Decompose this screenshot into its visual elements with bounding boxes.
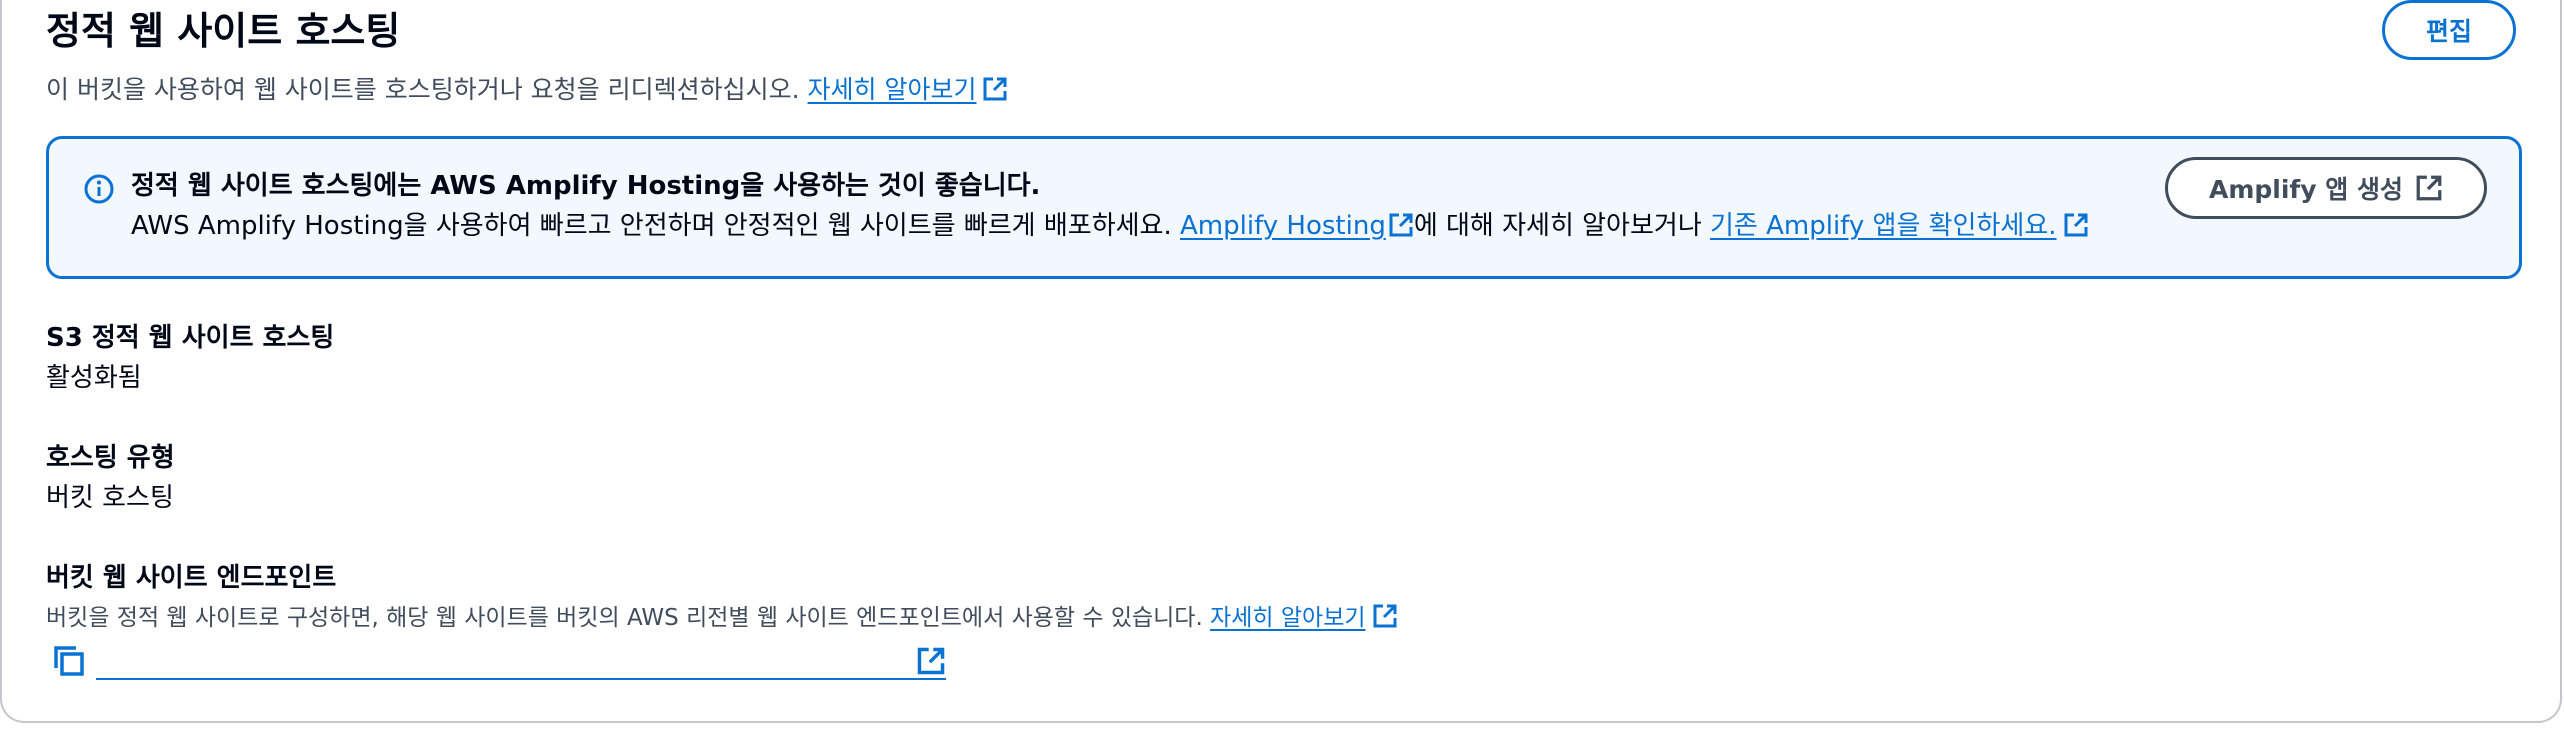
create-amplify-app-button[interactable]: Amplify 앱 생성 <box>2165 157 2487 219</box>
endpoint-url-link[interactable] <box>96 656 946 680</box>
info-icon <box>84 174 114 204</box>
external-link-icon[interactable] <box>1388 212 1414 238</box>
copy-icon[interactable] <box>52 644 86 678</box>
alert-body-prefix: AWS Amplify Hosting을 사용하여 빠르고 안전하며 안정적인 … <box>131 211 1172 241</box>
external-link-icon <box>2415 174 2443 202</box>
hosting-type-label: 호스팅 유형 <box>46 443 175 473</box>
alert-title: 정적 웹 사이트 호스팅에는 AWS Amplify Hosting을 사용하는… <box>131 171 1041 201</box>
section-title: 정적 웹 사이트 호스팅 <box>46 9 401 53</box>
endpoint-learn-more-link[interactable]: 자세히 알아보기 <box>1210 605 1365 631</box>
endpoint-description: 버킷을 정적 웹 사이트로 구성하면, 해당 웹 사이트를 버킷의 AWS 리전… <box>46 600 1398 636</box>
hosting-type-value: 버킷 호스팅 <box>46 483 174 513</box>
external-link-icon[interactable] <box>2063 212 2089 238</box>
amplify-info-alert: 정적 웹 사이트 호스팅에는 AWS Amplify Hosting을 사용하는… <box>46 136 2522 279</box>
edit-button[interactable]: 편집 <box>2382 0 2516 60</box>
existing-amplify-apps-link[interactable]: 기존 Amplify 앱을 확인하세요. <box>1710 211 2057 241</box>
external-link-icon[interactable] <box>982 76 1008 102</box>
external-link-icon[interactable] <box>1372 603 1398 629</box>
create-amplify-app-label: Amplify 앱 생성 <box>2208 175 2403 204</box>
description-text: 이 버킷을 사용하여 웹 사이트를 호스팅하거나 요청을 리디렉션하십시오. <box>46 75 800 104</box>
alert-body-middle: 에 대해 자세히 알아보거나 <box>1413 211 1702 241</box>
endpoint-label: 버킷 웹 사이트 엔드포인트 <box>46 563 337 593</box>
endpoint-copy-row <box>46 640 946 684</box>
section-description: 이 버킷을 사용하여 웹 사이트를 호스팅하거나 요청을 리디렉션하십시오. 자… <box>46 72 1008 108</box>
s3-hosting-label: S3 정적 웹 사이트 호스팅 <box>46 323 335 353</box>
external-link-icon[interactable] <box>916 646 946 676</box>
s3-hosting-value: 활성화됨 <box>46 363 142 393</box>
static-website-hosting-panel: 정적 웹 사이트 호스팅 편집 이 버킷을 사용하여 웹 사이트를 호스팅하거나… <box>0 0 2562 723</box>
learn-more-link[interactable]: 자세히 알아보기 <box>808 75 977 104</box>
alert-body: AWS Amplify Hosting을 사용하여 빠르고 안전하며 안정적인 … <box>131 207 2089 245</box>
amplify-hosting-link[interactable]: Amplify Hosting <box>1180 211 1386 241</box>
